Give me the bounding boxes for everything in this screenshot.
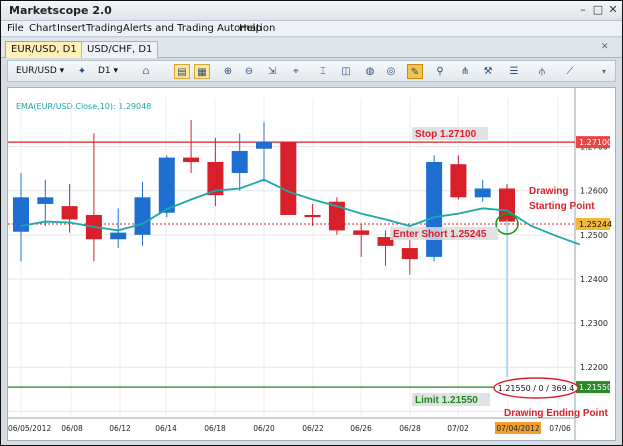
candle-body [61,206,78,220]
x-tick-label: 06/08 [61,424,83,433]
candle-body [134,197,151,235]
zoom-out-icon[interactable]: ⊖ [241,64,257,79]
magnet-icon[interactable]: ⋔ [457,64,473,79]
stop-price-tag: 1.27100 [579,138,612,147]
candle-body [474,188,491,198]
trend-tool-icon[interactable]: ⚲ [432,64,448,79]
chart-type-icon[interactable]: ✦ [74,64,90,79]
candle-body [401,248,418,260]
title-bar: Marketscope 2.0 – □ ✕ [1,1,622,21]
stop-annotation: Stop 1.27100 [415,129,477,140]
candle-body [231,150,248,174]
scroll-icon[interactable]: ⇲ [264,64,280,79]
candle-body [183,157,200,162]
x-tick-label: 06/20 [253,424,275,433]
chart-toolbar: EUR/USD ▾ ✦ D1 ▾ ⩍ ▤ ▦ ⊕ ⊖ ⇲ ⌖ ⌶ ◫ ◍ ◎ ✎… [7,60,616,82]
bell-icon[interactable]: ◎ [383,64,399,79]
x-tick-label: 06/14 [155,424,177,433]
y-tick-label: 1.2600 [580,187,608,196]
maximize-icon[interactable]: □ [590,3,606,17]
chart-canvas[interactable]: EMA(EUR/USD.Close,10): 1.29048 1.27001.2… [8,88,615,440]
layout-icon[interactable]: ▦ [194,64,210,79]
menu-bar: File Chart Insert Trading Alerts and Tra… [1,21,622,37]
tab-usdchf-d1[interactable]: USD/CHF, D1 [81,41,159,58]
cursor-icon[interactable]: ⌶ [315,64,331,79]
globe-icon[interactable]: ◍ [362,64,378,79]
timeframe-value: D1 [98,66,111,76]
drawing-readout: 1.21550 / 0 / 369.4 [498,384,575,393]
menu-chart[interactable]: Chart [29,23,56,34]
y-tick-label: 1.2200 [580,363,608,372]
line-tool-icon[interactable]: ⟋ [562,64,578,79]
menu-trading[interactable]: Trading [86,23,123,34]
minimize-icon[interactable]: – [575,3,591,17]
lines-icon[interactable]: ☰ [506,64,522,79]
x-tick-label: 07/04/2012 [496,424,539,433]
tab-close-icon[interactable]: ✕ [601,42,609,52]
x-tick-label: 06/22 [302,424,324,433]
indicator-label: EMA(EUR/USD.Close,10): 1.29048 [16,102,151,111]
entry-price-tag: 1.25244 [579,220,612,229]
x-tick-label: 06/18 [204,424,226,433]
menu-file[interactable]: File [7,23,24,34]
start-point-annotation-line2: Starting Point [529,201,595,212]
close-icon[interactable]: ✕ [605,3,621,17]
menu-help[interactable]: Help [239,23,262,34]
indicator-icon[interactable]: ◫ [338,64,354,79]
window-title: Marketscope 2.0 [9,4,112,17]
chart-tab-bar: EUR/USD, D1✕ USD/CHF, D1 ✕ [1,38,622,58]
candle-body [353,230,370,235]
end-point-annotation: Drawing Ending Point [504,408,609,419]
candle-body [450,164,467,198]
zoom-in-icon[interactable]: ⊕ [220,64,236,79]
entry-annotation: Enter Short 1.25245 [393,229,487,240]
crosshair-icon[interactable]: ⌖ [288,64,304,79]
drawing-pencil-icon[interactable]: ✎ [407,64,423,79]
tab-label: USD/CHF, D1 [87,44,153,55]
x-tick-label: 07/02 [447,424,469,433]
candle-body [158,157,175,213]
y-tick-label: 1.2300 [580,319,608,328]
bar-style-icon[interactable]: ⩍ [138,64,154,79]
tab-label: EUR/USD, D1 [11,44,77,55]
x-tick-label: 06/26 [350,424,372,433]
symbol-value: EUR/USD [16,66,57,76]
fib-tool-icon[interactable]: ⚒ [480,64,496,79]
candle-body [256,142,272,149]
symbol-dropdown[interactable]: EUR/USD ▾ [16,64,70,79]
candle-body [304,214,321,218]
toolbar-overflow-icon[interactable]: ▾ [596,64,612,79]
menu-insert[interactable]: Insert [57,23,86,34]
x-tick-label: 07/06 [549,424,571,433]
pitchfork-icon[interactable]: ⫛ [534,64,550,79]
candle-body [280,142,297,215]
start-point-annotation-line1: Drawing [529,186,568,197]
y-tick-label: 1.2500 [580,231,608,240]
candle-body [426,162,443,257]
limit-annotation: Limit 1.21550 [415,395,478,406]
x-tick-label: 06/05/2012 [8,424,51,433]
x-tick-label: 06/28 [399,424,421,433]
x-tick-label: 06/12 [109,424,131,433]
limit-price-tag: 1.21550 [579,383,612,392]
candle-body [110,232,127,240]
application-window: Marketscope 2.0 – □ ✕ File Chart Insert … [0,0,623,446]
candle-body [37,197,54,204]
candle-body [13,197,29,232]
grid-icon[interactable]: ▤ [174,64,190,79]
candle-body [499,188,515,222]
y-tick-label: 1.2400 [580,275,608,284]
price-chart[interactable]: EMA(EUR/USD.Close,10): 1.29048 1.27001.2… [7,87,616,441]
timeframe-dropdown[interactable]: D1 ▾ [98,64,130,79]
